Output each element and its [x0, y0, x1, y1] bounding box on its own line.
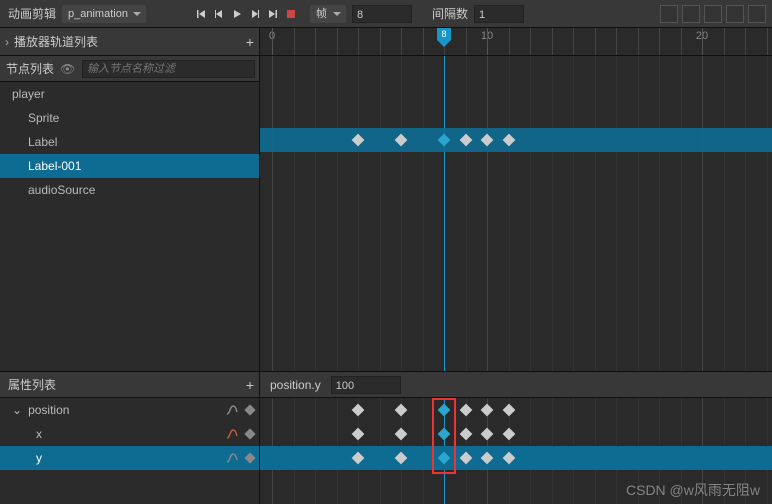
property-label: position [28, 403, 69, 417]
toolbar-right [660, 5, 772, 23]
timeline-row[interactable] [260, 104, 772, 128]
chevron-down-icon[interactable]: ⌄ [12, 403, 22, 417]
property-header: 属性列表 + [0, 372, 259, 398]
list-icon[interactable] [726, 5, 744, 23]
timeline-ruler[interactable]: 010208 [260, 28, 772, 55]
transport-controls: 帧 8 间隔数 1 [192, 5, 524, 23]
property-lane[interactable] [260, 422, 772, 446]
keyframe[interactable] [352, 428, 365, 441]
node-item[interactable]: Sprite [0, 106, 259, 130]
bottom: 属性列表 + ⌄ position xy position.y 100 [0, 372, 772, 504]
curve-icon[interactable] [225, 427, 239, 441]
property-lane[interactable] [260, 446, 772, 470]
next-frame-icon[interactable] [246, 5, 264, 23]
keyframe[interactable] [352, 134, 365, 147]
track-header-row: › 播放器轨道列表 + 010208 [0, 28, 772, 56]
play-icon[interactable] [228, 5, 246, 23]
property-rows: ⌄ position xy [0, 398, 259, 470]
stop-icon[interactable] [282, 5, 300, 23]
playhead-marker[interactable]: 8 [437, 28, 451, 40]
keyframe[interactable] [459, 428, 472, 441]
keyframe[interactable] [438, 134, 451, 147]
property-timeline[interactable]: position.y 100 [260, 372, 772, 504]
prev-frame-icon[interactable] [210, 5, 228, 23]
node-item[interactable]: audioSource [0, 178, 259, 202]
current-prop-label: position.y [270, 378, 321, 392]
keyframe[interactable] [395, 452, 408, 465]
keyframe[interactable] [481, 452, 494, 465]
editor-title: 动画剪辑 [0, 5, 62, 22]
grid-icon[interactable] [660, 5, 678, 23]
node-item[interactable]: player [0, 82, 259, 106]
timeline-row[interactable] [260, 152, 772, 176]
node-panel: 节点列表 👁 playerSpriteLabelLabel-001audioSo… [0, 56, 260, 371]
keyframe[interactable] [502, 452, 515, 465]
curve-icon[interactable] [225, 451, 239, 465]
keyframe-icon[interactable] [243, 451, 257, 465]
keyframe[interactable] [502, 404, 515, 417]
timeline-area[interactable] [260, 56, 772, 371]
property-panel: 属性列表 + ⌄ position xy [0, 372, 260, 504]
visibility-icon[interactable]: 👁 [60, 62, 78, 76]
track-list-title: 播放器轨道列表 [14, 33, 223, 50]
keyframe[interactable] [352, 452, 365, 465]
interval-input[interactable]: 1 [474, 5, 524, 23]
keyframe[interactable] [395, 134, 408, 147]
page-icon[interactable] [704, 5, 722, 23]
curve-icon[interactable] [225, 403, 239, 417]
clip-select[interactable]: p_animation [62, 5, 146, 23]
interval-label: 间隔数 [424, 5, 474, 22]
skip-start-icon[interactable] [192, 5, 210, 23]
expand-icon[interactable]: › [0, 35, 14, 49]
frame-mode-select[interactable]: 帧 [310, 5, 346, 23]
timeline-row[interactable] [260, 80, 772, 104]
keyframe[interactable] [395, 404, 408, 417]
property-lanes [260, 398, 772, 504]
keyframe[interactable] [352, 404, 365, 417]
skip-end-icon[interactable] [264, 5, 282, 23]
current-prop-value[interactable]: 100 [331, 376, 401, 394]
add-track-button[interactable]: + [241, 33, 259, 51]
property-label: y [36, 451, 42, 465]
property-value-header: position.y 100 [260, 372, 772, 398]
clear-icon[interactable] [225, 35, 239, 49]
keyframe[interactable] [502, 134, 515, 147]
node-list-title: 节点列表 [0, 60, 60, 77]
property-lane[interactable] [260, 398, 772, 422]
keyframe[interactable] [459, 134, 472, 147]
keyframe[interactable] [395, 428, 408, 441]
keyframe[interactable] [459, 404, 472, 417]
property-row[interactable]: x [0, 422, 259, 446]
keyframe[interactable] [459, 452, 472, 465]
track-list-header: › 播放器轨道列表 + [0, 28, 260, 55]
keyframe[interactable] [502, 428, 515, 441]
topbar: 动画剪辑 p_animation 帧 8 间隔数 1 [0, 0, 772, 28]
timeline-row[interactable] [260, 128, 772, 152]
middle: 节点列表 👁 playerSpriteLabelLabel-001audioSo… [0, 56, 772, 372]
add-prop-button[interactable]: + [241, 376, 259, 394]
curve-icon[interactable] [748, 5, 766, 23]
current-frame-input[interactable]: 8 [352, 5, 412, 23]
node-item[interactable]: Label-001 [0, 154, 259, 178]
keyframe[interactable] [481, 428, 494, 441]
keyframe[interactable] [481, 134, 494, 147]
node-item[interactable]: Label [0, 130, 259, 154]
property-row[interactable]: ⌄ position [0, 398, 259, 422]
keyframe-icon[interactable] [243, 403, 257, 417]
keyframe-icon[interactable] [243, 427, 257, 441]
property-title: 属性列表 [8, 376, 241, 393]
highlight-box [432, 398, 456, 474]
node-search-input[interactable] [82, 60, 255, 78]
node-tree: playerSpriteLabelLabel-001audioSource [0, 82, 259, 371]
timeline-row[interactable] [260, 56, 772, 80]
property-row[interactable]: y [0, 446, 259, 470]
node-list-header: 节点列表 👁 [0, 56, 259, 82]
keyframe[interactable] [481, 404, 494, 417]
add-key-icon[interactable] [682, 5, 700, 23]
property-label: x [36, 427, 42, 441]
